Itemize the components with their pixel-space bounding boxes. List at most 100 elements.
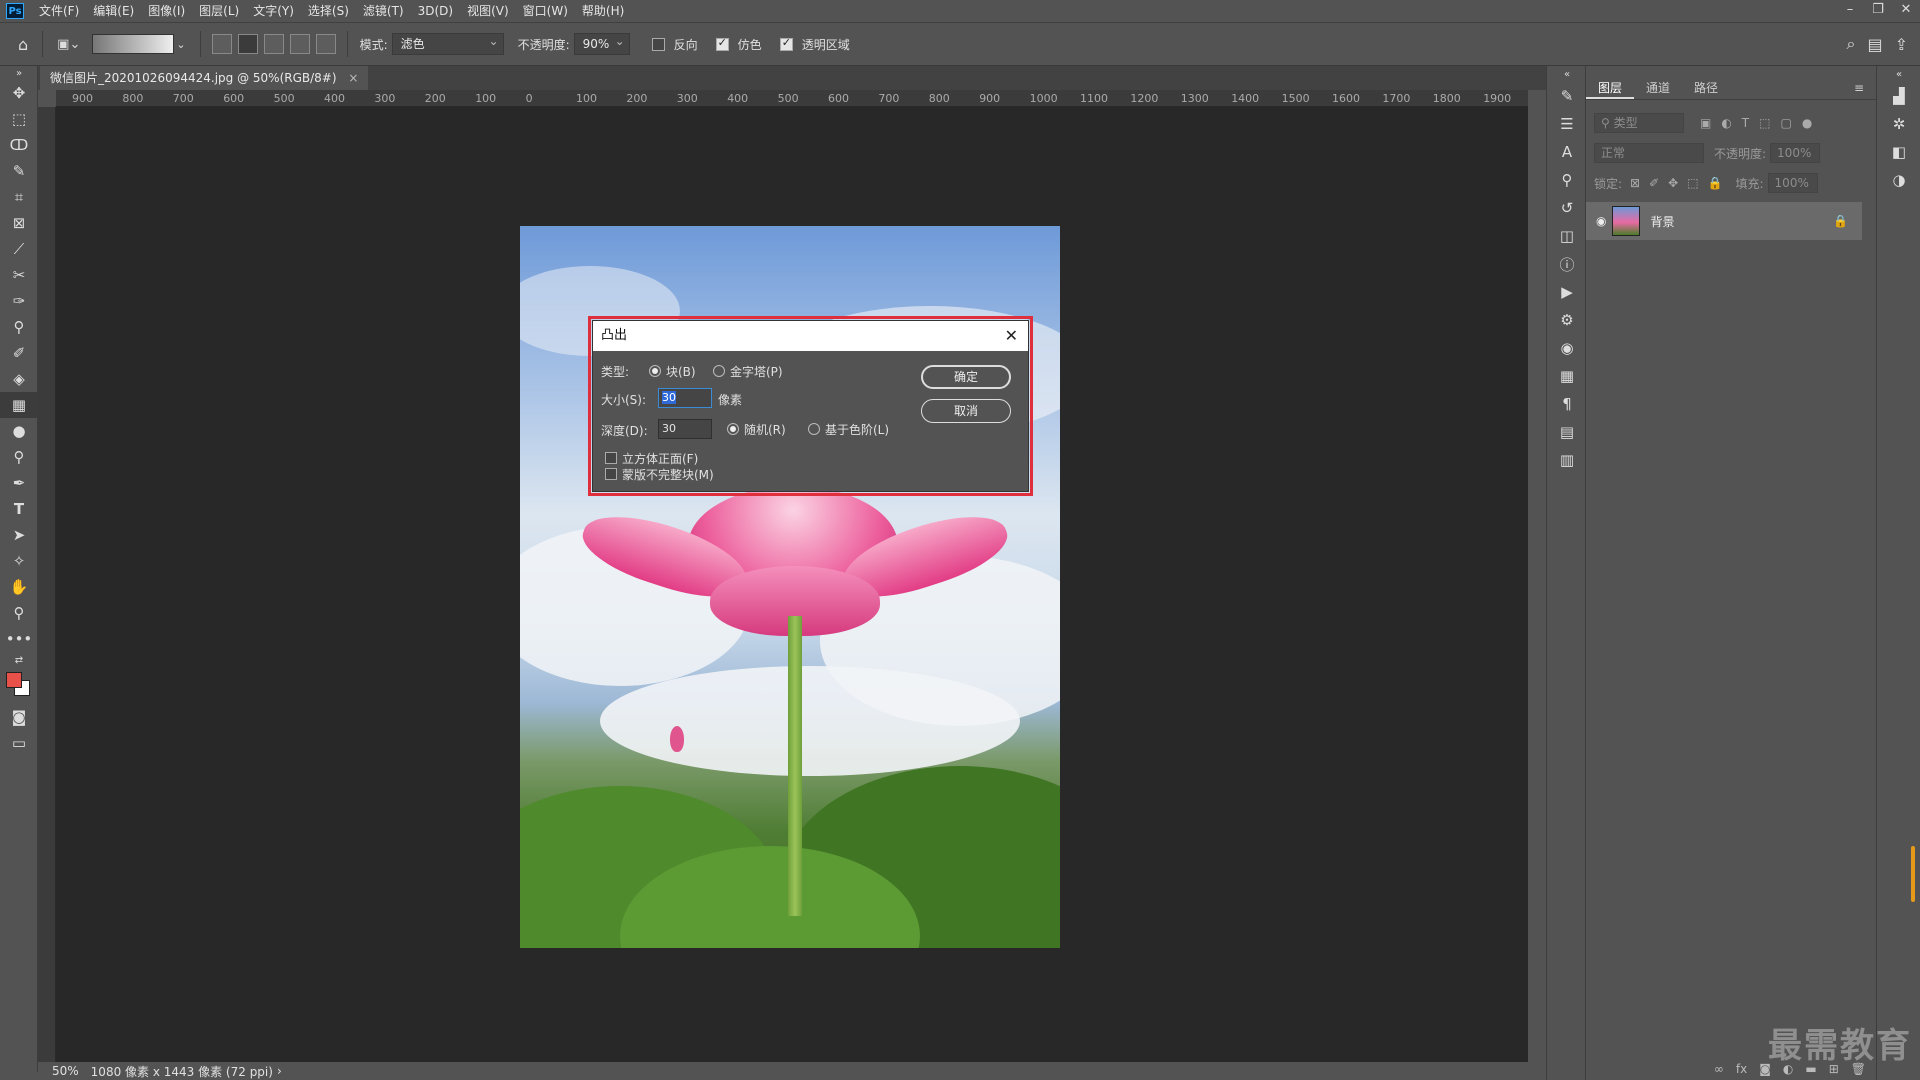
clone-source-icon[interactable]: ⚲	[1547, 166, 1587, 194]
mode-select[interactable]: 滤色	[391, 31, 504, 55]
type-tool-icon[interactable]: T	[0, 496, 38, 522]
solid-front-checkbox[interactable]	[605, 452, 617, 464]
move-tool-icon[interactable]: ✥	[0, 80, 38, 106]
menu-edit[interactable]: 编辑(E)	[86, 0, 141, 22]
history-brush-icon[interactable]: ✐	[0, 340, 38, 366]
lock-icons[interactable]: ⊠✐✥⬚🔒	[1630, 176, 1731, 190]
swap-colors-icon[interactable]: ⇄	[0, 652, 38, 668]
type-block-radio[interactable]	[649, 365, 661, 377]
close-icon[interactable]: ✕	[1005, 321, 1018, 351]
search-icon[interactable]: ⌕	[1847, 34, 1856, 54]
filter-icons[interactable]: ▣◐T⬚▢●	[1700, 116, 1822, 130]
menu-type[interactable]: 文字(Y)	[246, 0, 301, 22]
menu-view[interactable]: 视图(V)	[460, 0, 516, 22]
depth-input[interactable]: 30	[658, 419, 712, 439]
menu-file[interactable]: 文件(F)	[32, 0, 86, 22]
crop-tool-icon[interactable]: ⌗	[0, 184, 38, 210]
diamond-gradient-button[interactable]	[315, 34, 336, 54]
eraser-tool-icon[interactable]: ◈	[0, 366, 38, 392]
zoom-tool-icon[interactable]: ⚲	[0, 600, 38, 626]
eyedropper-tool-icon[interactable]: ⟋	[0, 236, 38, 262]
gradient-tool-icon[interactable]: ▦	[0, 392, 38, 418]
ok-button[interactable]: 确定	[921, 365, 1011, 389]
tab-layers[interactable]: 图层	[1586, 76, 1635, 99]
depth-level-radio[interactable]	[808, 423, 820, 435]
dither-checkbox[interactable]	[715, 36, 729, 51]
radial-gradient-button[interactable]	[237, 34, 258, 54]
frame-tool-icon[interactable]: ⊠	[0, 210, 38, 236]
shape-tool-icon[interactable]: ✧	[0, 548, 38, 574]
info-icon[interactable]: ⓘ	[1547, 250, 1587, 278]
color-icon[interactable]: ◑	[1877, 166, 1920, 194]
dodge-tool-icon[interactable]: ⚲	[0, 444, 38, 470]
brush-tool-icon[interactable]: ✑	[0, 288, 38, 314]
layer-row[interactable]: ◉ 背景 🔒	[1586, 202, 1862, 240]
eye-icon[interactable]: ◉	[1596, 214, 1606, 228]
notes-icon[interactable]: ▥	[1547, 446, 1587, 474]
adjustments-icon[interactable]: ☰	[1547, 110, 1587, 138]
stamp-tool-icon[interactable]: ⚲	[0, 314, 38, 340]
glyphs-icon[interactable]: ▤	[1547, 418, 1587, 446]
history-icon[interactable]: ↺	[1547, 194, 1587, 222]
share-icon[interactable]: ⇪	[1895, 35, 1908, 54]
paragraph-icon[interactable]: ¶	[1547, 390, 1587, 418]
character-icon[interactable]: A	[1547, 138, 1587, 166]
gradient-picker[interactable]	[92, 34, 175, 54]
close-tab-icon[interactable]: ×	[348, 71, 358, 85]
hand-tool-icon[interactable]: ✋	[0, 574, 38, 600]
histogram-icon[interactable]: ▟	[1877, 82, 1920, 110]
scroll-indicator[interactable]	[1911, 846, 1915, 902]
tab-channels[interactable]: 通道	[1634, 76, 1682, 99]
tool-preset-icon[interactable]: ▣⌄	[57, 37, 80, 52]
type-pyramid-radio[interactable]	[713, 365, 725, 377]
fx-icon[interactable]: fx	[1736, 1062, 1747, 1076]
quick-mask-icon[interactable]: ◙	[0, 704, 38, 730]
close-window-icon[interactable]: ✕	[1892, 0, 1920, 22]
libraries-icon[interactable]: ◧	[1877, 138, 1920, 166]
linear-gradient-button[interactable]	[211, 34, 232, 54]
3d-icon[interactable]: ◉	[1547, 334, 1587, 362]
menu-select[interactable]: 选择(S)	[301, 0, 356, 22]
workspace-icon[interactable]: ▤	[1867, 35, 1882, 54]
brush-settings-icon[interactable]: ✎	[1547, 82, 1587, 110]
path-select-icon[interactable]: ➤	[0, 522, 38, 548]
opacity-input[interactable]: 90%	[573, 31, 630, 55]
reflected-gradient-button[interactable]	[289, 34, 310, 54]
menu-filter[interactable]: 滤镜(T)	[356, 0, 411, 22]
tab-paths[interactable]: 路径	[1682, 76, 1730, 99]
size-input[interactable]: 30	[658, 388, 712, 408]
styles-icon[interactable]: ◫	[1547, 222, 1587, 250]
collapse-icon[interactable]: «	[1877, 66, 1920, 82]
lasso-tool-icon[interactable]: ↀ	[0, 132, 38, 158]
restore-icon[interactable]: ❐	[1864, 0, 1892, 22]
depth-random-radio[interactable]	[727, 423, 739, 435]
actions-play-icon[interactable]: ▶	[1547, 278, 1587, 306]
properties-icon[interactable]: ⚙	[1547, 306, 1587, 334]
collapse-icon[interactable]: »	[0, 66, 38, 80]
menu-3d[interactable]: 3D(D)	[411, 0, 460, 22]
healing-tool-icon[interactable]: ✂	[0, 262, 38, 288]
layer-fill-input[interactable]: 100%	[1767, 173, 1818, 193]
mask-incomplete-checkbox[interactable]	[605, 468, 617, 480]
chevron-down-icon[interactable]: ⌄	[176, 38, 185, 51]
foreground-color-swatch[interactable]	[6, 672, 22, 688]
menu-help[interactable]: 帮助(H)	[575, 0, 631, 22]
quick-select-tool-icon[interactable]: ✎	[0, 158, 38, 184]
pen-tool-icon[interactable]: ✒	[0, 470, 38, 496]
minimize-icon[interactable]: –	[1836, 0, 1864, 22]
navigator-icon[interactable]: ✲	[1877, 110, 1920, 138]
table-icon[interactable]: ▦	[1547, 362, 1587, 390]
cancel-button[interactable]: 取消	[921, 399, 1011, 423]
collapse-icon[interactable]: «	[1547, 66, 1587, 82]
layer-opacity-input[interactable]: 100%	[1770, 143, 1821, 163]
document-tab[interactable]: 微信图片_20201026094424.jpg @ 50%(RGB/8#) ×	[40, 66, 369, 90]
blur-tool-icon[interactable]: ●	[0, 418, 38, 444]
zoom-level[interactable]: 50%	[52, 1064, 79, 1078]
layer-filter-select[interactable]: ⚲ 类型	[1594, 113, 1684, 133]
menu-window[interactable]: 窗口(W)	[516, 0, 575, 22]
menu-layer[interactable]: 图层(L)	[192, 0, 246, 22]
transparency-checkbox[interactable]	[779, 36, 793, 51]
reverse-checkbox[interactable]	[651, 37, 665, 51]
marquee-tool-icon[interactable]: ⬚	[0, 106, 38, 132]
more-tools-icon[interactable]: •••	[0, 626, 38, 652]
